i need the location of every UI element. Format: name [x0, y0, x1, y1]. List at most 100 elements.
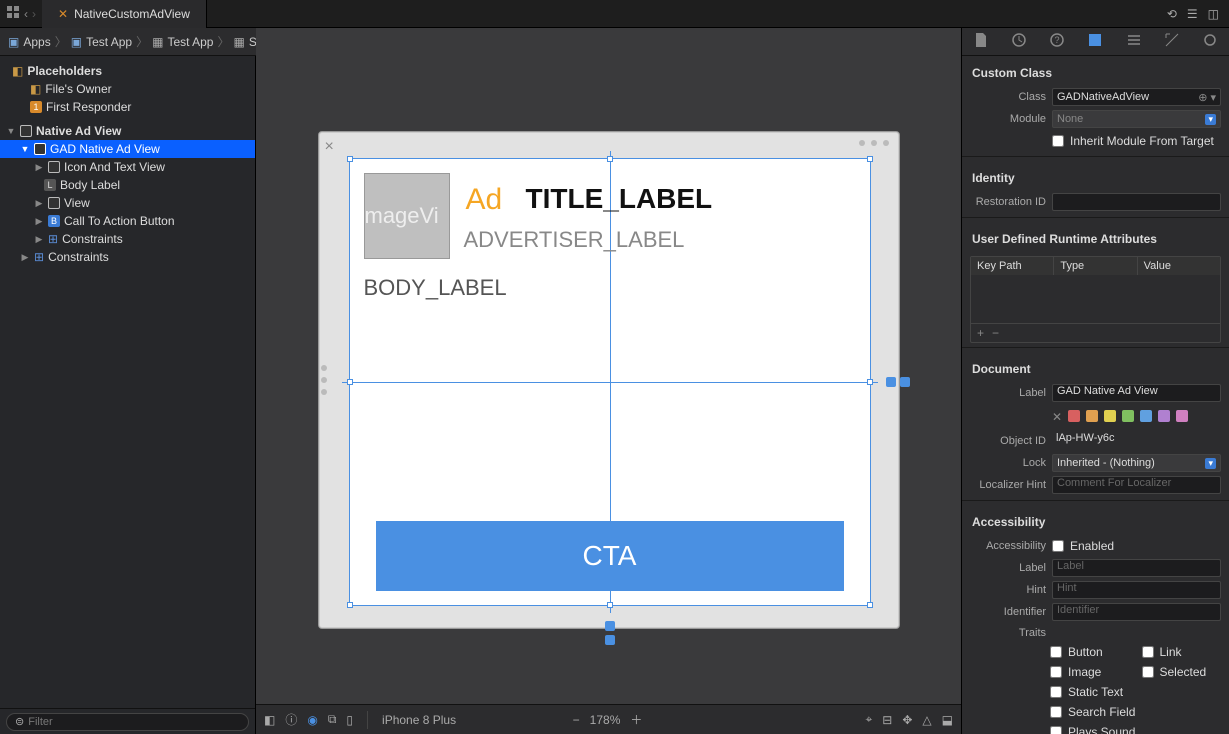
ad-cta-button[interactable]: CTA: [376, 521, 844, 591]
capture-icon[interactable]: ⌖: [866, 712, 873, 727]
layers-icon[interactable]: ⧉: [328, 712, 337, 727]
a11y-id-field[interactable]: Identifier: [1052, 603, 1221, 621]
nav-back-icon[interactable]: ‹: [24, 7, 28, 21]
device-icon[interactable]: ▯: [346, 713, 353, 727]
section-a11y: Accessibility: [962, 505, 1229, 535]
a11y-hint-field[interactable]: Hint: [1052, 581, 1221, 599]
tab-file-icon[interactable]: [973, 32, 989, 51]
view-icon: [48, 161, 60, 173]
tab-attributes-icon[interactable]: [1126, 32, 1142, 51]
filter-icon: ⊜: [15, 715, 24, 728]
object-id: lAp-HW-y6c: [1052, 432, 1221, 450]
restoration-id-field[interactable]: [1052, 193, 1221, 211]
no-color-icon[interactable]: ✕: [1052, 410, 1062, 424]
canvas: × mageV: [256, 28, 961, 734]
tab-help-icon[interactable]: ?: [1049, 32, 1065, 51]
label-icon: L: [44, 179, 56, 191]
refresh-icon[interactable]: ⟲: [1167, 7, 1177, 21]
remove-attr-button[interactable]: −: [992, 326, 999, 340]
tree-item[interactable]: ▶ ⊞ Constraints: [0, 248, 255, 266]
section-document: Document: [962, 352, 1229, 382]
device-frame[interactable]: × mageV: [318, 131, 900, 629]
localizer-hint-field[interactable]: Comment For Localizer: [1052, 476, 1221, 494]
tab-identity-icon[interactable]: [1087, 32, 1103, 51]
tree-item[interactable]: L Body Label: [0, 176, 255, 194]
align-icon[interactable]: ⊟: [882, 713, 892, 727]
ad-advertiser-label[interactable]: ADVERTISER_LABEL: [464, 227, 685, 253]
info-icon[interactable]: ⓘ: [285, 711, 297, 728]
color-swatches[interactable]: ✕: [1052, 406, 1188, 428]
zoom-value: 178%: [590, 713, 621, 727]
a11y-label-field[interactable]: Label: [1052, 559, 1221, 577]
constraints-icon: ⊞: [34, 250, 44, 264]
files-owner[interactable]: ◧ File's Owner: [0, 80, 255, 98]
view-icon: [20, 125, 32, 137]
tab-file[interactable]: ✕ NativeCustomAdView: [42, 0, 207, 28]
tree-item[interactable]: ▶ ⊞ Constraints: [0, 230, 255, 248]
tab-size-icon[interactable]: [1164, 32, 1180, 51]
cube-icon: ◧: [30, 82, 41, 96]
zoom-out-icon[interactable]: −: [573, 713, 580, 727]
view-icon: [34, 143, 46, 155]
ad-badge[interactable]: Ad: [466, 183, 503, 217]
tab-title: NativeCustomAdView: [74, 7, 190, 21]
nav-fwd-icon[interactable]: ›: [32, 7, 36, 21]
tab-history-icon[interactable]: [1011, 32, 1027, 51]
trait-checkbox[interactable]: Selected: [1142, 663, 1222, 681]
resolve-icon[interactable]: △: [922, 713, 931, 727]
view-icon: [48, 197, 60, 209]
native-ad-view-row[interactable]: ▼ Native Ad View: [0, 122, 255, 140]
section-udra: User Defined Runtime Attributes: [962, 222, 1229, 252]
tree-item[interactable]: ▶ View: [0, 194, 255, 212]
placeholders-group[interactable]: ◧ Placeholders: [0, 62, 255, 80]
gad-native-ad-view-row[interactable]: ▼ GAD Native Ad View: [0, 140, 255, 158]
trait-checkbox[interactable]: Search Field: [1050, 703, 1221, 721]
constraints-icon: ⊞: [48, 232, 58, 246]
canvas-toolbar: ◧ ⓘ ◉ ⧉ ▯ iPhone 8 Plus − 178% ＋ ⌖ ⊟ ✥ △…: [256, 704, 961, 734]
tab-connections-icon[interactable]: [1202, 32, 1218, 51]
device-label[interactable]: iPhone 8 Plus: [382, 713, 456, 727]
pin-icon[interactable]: ✥: [902, 713, 912, 727]
trait-checkbox[interactable]: Static Text: [1050, 683, 1221, 701]
ad-body-label[interactable]: BODY_LABEL: [364, 275, 507, 301]
inspector-tabs[interactable]: ?: [962, 28, 1229, 56]
trait-checkbox[interactable]: Link: [1142, 643, 1222, 661]
adjust-icon[interactable]: ◉: [307, 713, 317, 727]
section-custom-class: Custom Class: [962, 56, 1229, 86]
close-icon[interactable]: ×: [325, 138, 343, 156]
filter-input[interactable]: ⊜ Filter: [6, 713, 249, 731]
lock-select[interactable]: Inherited - (Nothing)▾: [1052, 454, 1221, 472]
embed-icon[interactable]: ⬓: [942, 713, 953, 727]
ad-title-label[interactable]: TITLE_LABEL: [526, 183, 713, 215]
tab-bar: ‹ › ✕ NativeCustomAdView ⟲ ☰ ◫: [0, 0, 1229, 28]
cube-icon: ◧: [12, 64, 23, 78]
inspector-panel: ? Custom Class Class GADNativeAdView ⊕ ▾…: [961, 28, 1229, 734]
trait-checkbox[interactable]: Plays Sound: [1050, 723, 1221, 734]
trait-checkbox[interactable]: Button: [1050, 643, 1130, 661]
module-field[interactable]: None▾: [1052, 110, 1221, 128]
runtime-attributes-table[interactable]: Key Path Type Value +−: [970, 256, 1221, 343]
traits-grid: Button Link Image Selected Static Text S…: [962, 641, 1229, 734]
section-identity: Identity: [962, 161, 1229, 191]
panel-left-icon[interactable]: ◧: [264, 713, 275, 727]
a11y-enabled-checkbox[interactable]: Enabled: [1052, 537, 1114, 555]
panel-icon[interactable]: ◫: [1208, 7, 1219, 21]
ad-icon-imageview[interactable]: mageVi: [364, 173, 450, 259]
app-grid-icon[interactable]: [6, 5, 20, 22]
button-icon: B: [48, 215, 60, 227]
zoom-in-icon[interactable]: ＋: [630, 711, 642, 728]
first-responder[interactable]: 1 First Responder: [0, 98, 255, 116]
class-field[interactable]: GADNativeAdView ⊕ ▾: [1052, 88, 1221, 106]
lines-icon[interactable]: ☰: [1187, 7, 1198, 21]
tree-item[interactable]: ▶ B Call To Action Button: [0, 212, 255, 230]
trait-checkbox[interactable]: Image: [1050, 663, 1130, 681]
inherit-module-checkbox[interactable]: Inherit Module From Target: [1052, 132, 1214, 150]
doc-label-field[interactable]: GAD Native Ad View: [1052, 384, 1221, 402]
add-attr-button[interactable]: +: [977, 326, 984, 340]
tree-item[interactable]: ▶ Icon And Text View: [0, 158, 255, 176]
document-outline: ◧ Placeholders ◧ File's Owner 1 First Re…: [0, 28, 256, 734]
xib-icon: ✕: [58, 7, 68, 21]
responder-icon: 1: [30, 101, 42, 113]
svg-text:?: ?: [1055, 35, 1060, 45]
gad-native-ad-view-canvas[interactable]: mageVi Ad TITLE_LABEL ADVERTISER_LABEL B…: [349, 158, 871, 606]
